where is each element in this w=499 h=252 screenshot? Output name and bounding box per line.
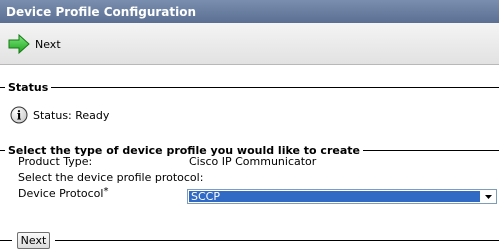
page-title: Device Profile Configuration xyxy=(0,0,499,23)
footer-divider-right xyxy=(55,240,499,241)
required-marker: * xyxy=(103,186,109,197)
device-protocol-label-text: Device Protocol xyxy=(18,187,104,200)
device-protocol-selected-value: SCCP xyxy=(189,191,480,202)
svg-text:i: i xyxy=(17,109,22,123)
status-legend: Status xyxy=(8,81,49,94)
protocol-prompt: Select the device profile protocol: xyxy=(18,171,204,184)
device-protocol-select[interactable]: SCCP xyxy=(187,189,497,204)
toolbar-next-label: Next xyxy=(35,37,61,51)
product-type-row: Product Type: xyxy=(18,155,92,169)
footer-divider-left xyxy=(0,240,12,241)
dropdown-arrow-icon[interactable] xyxy=(481,190,496,203)
status-section: Status i Status: Ready xyxy=(0,81,499,124)
status-text: Status: Ready xyxy=(33,108,110,122)
toolbar-next-button[interactable]: Next xyxy=(8,34,61,54)
right-arrow-icon xyxy=(8,34,30,54)
product-type-value: Cisco IP Communicator xyxy=(189,155,317,168)
toolbar: Next xyxy=(0,23,499,65)
product-type-label: Product Type: xyxy=(18,155,93,168)
status-row: i Status: Ready xyxy=(10,106,109,124)
device-protocol-label: Device Protocol* xyxy=(18,186,109,201)
next-button[interactable]: Next xyxy=(17,232,50,249)
info-icon: i xyxy=(10,106,28,124)
